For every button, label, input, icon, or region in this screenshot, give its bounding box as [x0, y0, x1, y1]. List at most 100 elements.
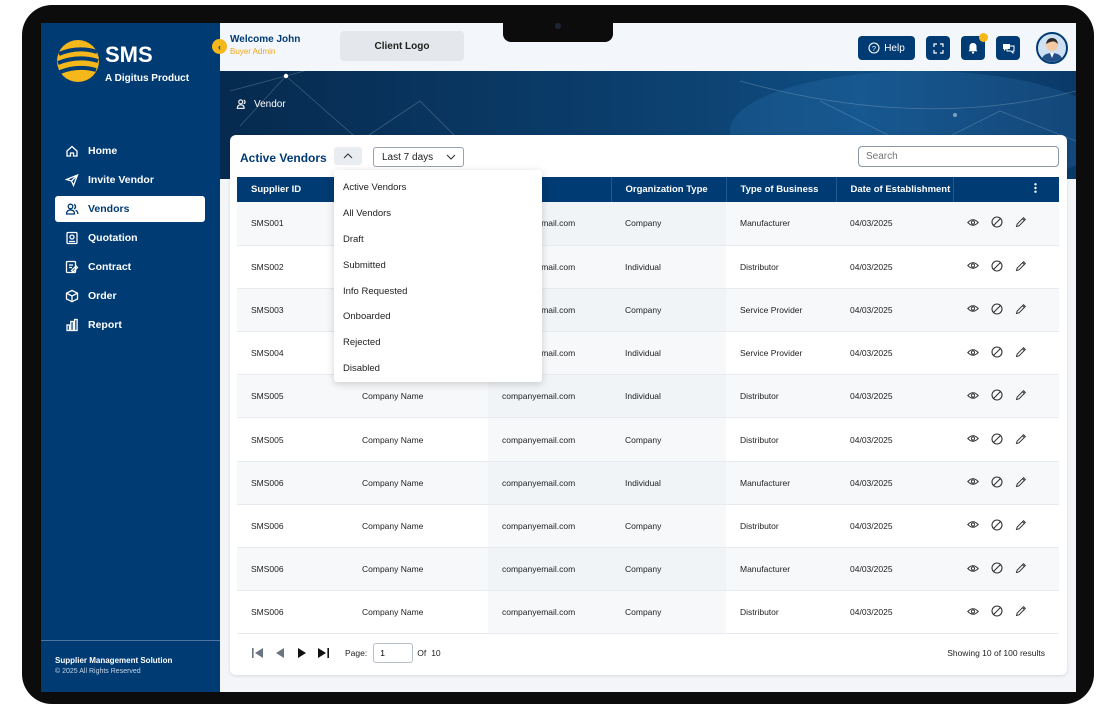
- collapse-sidebar-button[interactable]: ‹: [212, 39, 227, 54]
- status-toggle-button[interactable]: [334, 147, 362, 165]
- edit-button[interactable]: [1015, 519, 1027, 533]
- dropdown-option[interactable]: Onboarded: [334, 304, 542, 330]
- dropdown-option[interactable]: Submitted: [334, 252, 542, 278]
- disable-button[interactable]: [991, 432, 1003, 447]
- dropdown-option[interactable]: Draft: [334, 227, 542, 253]
- disable-button[interactable]: [991, 216, 1003, 230]
- chat-button[interactable]: [996, 36, 1020, 60]
- disable-button[interactable]: [991, 303, 1003, 317]
- row-actions: [953, 331, 1059, 376]
- column-header[interactable]: Date of Establishment: [835, 177, 953, 202]
- company-name-cell: Company Name: [348, 590, 488, 635]
- column-header[interactable]: Supplier ID: [237, 177, 348, 202]
- sms-logo-icon: [57, 40, 99, 82]
- sidebar-item-order[interactable]: Order: [55, 283, 205, 309]
- column-menu[interactable]: [952, 177, 1059, 202]
- disable-button[interactable]: [991, 519, 1003, 533]
- dropdown-option[interactable]: Disabled: [334, 356, 542, 382]
- table-row[interactable]: SMS005 Company Name companyemail.com Compan…: [237, 417, 1059, 462]
- user-avatar[interactable]: [1036, 32, 1068, 64]
- edit-button[interactable]: [1015, 346, 1027, 360]
- help-label: Help: [884, 42, 905, 54]
- business-type-cell: Manufacturer: [726, 202, 836, 246]
- view-button[interactable]: [967, 607, 979, 618]
- disable-button[interactable]: [991, 605, 1003, 619]
- disable-button[interactable]: [991, 562, 1003, 576]
- disable-button[interactable]: [991, 476, 1003, 490]
- page-number-input[interactable]: [373, 643, 414, 663]
- view-button[interactable]: [967, 520, 979, 531]
- help-button[interactable]: ? Help: [858, 36, 915, 60]
- next-page-icon[interactable]: [297, 647, 307, 659]
- view-button[interactable]: [967, 391, 979, 402]
- date-range-select[interactable]: Last 7 days: [373, 147, 464, 167]
- date-cell: 04/03/2025: [836, 547, 953, 592]
- sidebar-item-invite-vendor[interactable]: Invite Vendor: [55, 167, 205, 193]
- breadcrumb-label[interactable]: Vendor: [254, 99, 286, 110]
- edit-button[interactable]: [1015, 476, 1027, 490]
- edit-button[interactable]: [1015, 303, 1027, 317]
- business-type-cell: Distributor: [726, 504, 836, 549]
- notifications-button[interactable]: [961, 33, 988, 60]
- date-cell: 04/03/2025: [836, 288, 953, 333]
- view-button[interactable]: [967, 564, 979, 575]
- org-type-cell: Company: [611, 504, 726, 549]
- view-button[interactable]: [967, 477, 979, 488]
- edit-button[interactable]: [1015, 389, 1027, 403]
- disable-button[interactable]: [991, 346, 1003, 360]
- previous-page-icon[interactable]: [275, 647, 285, 659]
- bell-icon: [968, 43, 978, 54]
- dropdown-option[interactable]: Info Requested: [334, 278, 542, 304]
- home-icon: [66, 145, 78, 157]
- dropdown-option[interactable]: All Vendors: [334, 201, 542, 227]
- edit-button[interactable]: [1015, 605, 1027, 619]
- disable-button[interactable]: [991, 260, 1003, 274]
- edit-button[interactable]: [1015, 562, 1027, 576]
- dropdown-option[interactable]: Rejected: [334, 330, 542, 356]
- pencil-icon: [1015, 303, 1027, 315]
- sidebar-item-contract[interactable]: Contract: [55, 254, 205, 280]
- sidebar-item-home[interactable]: Home: [55, 138, 205, 164]
- view-button[interactable]: [967, 434, 979, 445]
- org-type-cell: Company: [611, 590, 726, 635]
- view-button[interactable]: [967, 218, 979, 229]
- sidebar: SMS A Digitus Product Home Invite Vendor…: [41, 23, 220, 692]
- dropdown-option[interactable]: Active Vendors: [334, 175, 542, 201]
- table-row[interactable]: SMS006 Company Name companyemail.com Compan…: [237, 590, 1059, 635]
- client-logo: Client Logo: [340, 31, 464, 61]
- quotation-icon: [66, 231, 78, 245]
- business-type-cell: Manufacturer: [726, 547, 836, 592]
- table-row[interactable]: SMS006 Company Name companyemail.com Compan…: [237, 504, 1059, 549]
- table-row[interactable]: SMS006 Company Name companyemail.com Indivi…: [237, 461, 1059, 505]
- org-type-cell: Individual: [611, 374, 726, 419]
- row-actions: [953, 245, 1059, 289]
- more-vertical-icon: [1034, 183, 1037, 193]
- date-cell: 04/03/2025: [836, 202, 953, 246]
- date-cell: 04/03/2025: [836, 461, 953, 505]
- search-input[interactable]: [858, 146, 1059, 167]
- view-button[interactable]: [967, 261, 979, 272]
- edit-button[interactable]: [1015, 433, 1027, 447]
- sidebar-item-vendors[interactable]: Vendors: [55, 196, 205, 222]
- eye-icon: [967, 262, 979, 270]
- sidebar-item-report[interactable]: Report: [55, 312, 205, 338]
- column-header[interactable]: Organization Type: [610, 177, 726, 202]
- last-page-icon[interactable]: [317, 647, 330, 659]
- disable-button[interactable]: [991, 389, 1003, 403]
- users-icon: [65, 203, 79, 215]
- app-screen: SMS A Digitus Product Home Invite Vendor…: [41, 23, 1076, 692]
- edit-button[interactable]: [1015, 216, 1027, 230]
- table-row[interactable]: SMS006 Company Name companyemail.com Compan…: [237, 547, 1059, 592]
- org-type-cell: Individual: [611, 461, 726, 505]
- fullscreen-button[interactable]: [926, 36, 950, 60]
- sidebar-item-quotation[interactable]: Quotation: [55, 225, 205, 251]
- view-button[interactable]: [967, 304, 979, 315]
- block-icon: [991, 562, 1003, 574]
- supplier-id-cell: SMS006: [237, 461, 348, 505]
- first-page-icon[interactable]: [251, 647, 264, 659]
- company-name-cell: Company Name: [348, 547, 488, 592]
- view-button[interactable]: [967, 348, 979, 359]
- column-header[interactable]: Type of Business: [725, 177, 836, 202]
- edit-button[interactable]: [1015, 260, 1027, 274]
- business-type-cell: Distributor: [726, 374, 836, 419]
